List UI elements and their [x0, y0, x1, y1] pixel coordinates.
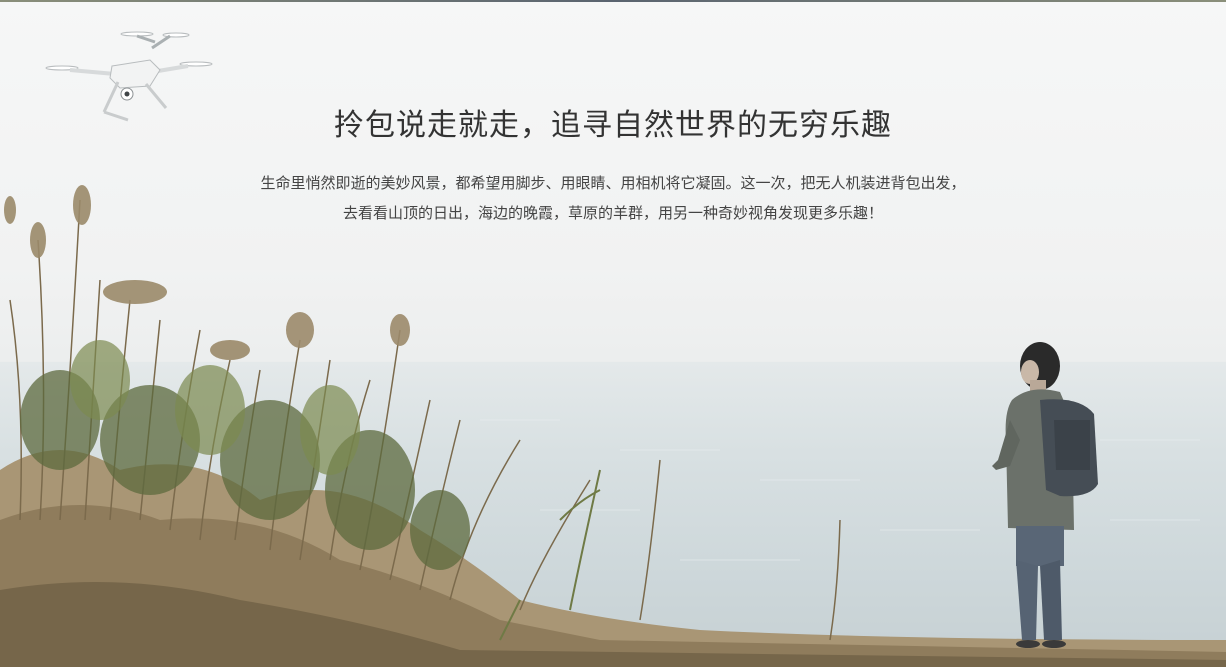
person-with-backpack-icon: [992, 342, 1098, 648]
description-line-1: 生命里悄然即逝的美妙风景，都希望用脚步、用眼睛、用相机将它凝固。这一次，把无人机…: [260, 174, 966, 192]
banner-title: 拎包说走就走，追寻自然世界的无穷乐趣: [334, 108, 892, 143]
description-line-2: 去看看山顶的日出，海边的晚霞，草原的羊群，用另一种奇妙视角发现更多乐趣！: [342, 204, 883, 222]
banner-description: 生命里悄然即逝的美妙风景，都希望用脚步、用眼睛、用相机将它凝固。这一次，把无人机…: [0, 168, 1226, 228]
banner-scene: 拎包说走就走，追寻自然世界的无穷乐趣 生命里悄然即逝的美妙风景，都希望用脚步、用…: [0, 0, 1226, 667]
